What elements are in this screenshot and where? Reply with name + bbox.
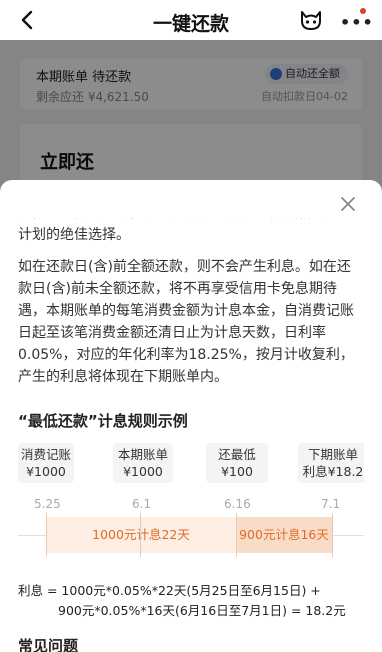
interest-rule-paragraph: 如在还款日(含)前全额还款，则不会产生利息。如在还款日(含)前未全额还款，将不再… [18, 259, 354, 385]
timeline-date: 5.25 [34, 497, 61, 511]
timeline-col-spend: 消费记账 ¥1000 [18, 443, 74, 483]
more-dots-icon: ••• [340, 13, 374, 32]
sheet-content[interactable]: 用，剩余资金腾挪，是您灵活处理账务、灵活管理还款计划的绝佳选择。 如在还款日(含… [18, 218, 364, 652]
close-icon [341, 197, 355, 211]
timeline-col-label: 下期账单 [307, 447, 358, 462]
nav-bar: 一键还款 ••• [0, 0, 382, 40]
interest-timeline: 消费记账 ¥1000 本期账单 ¥1000 还最低 ¥100 下期账单 利息¥1… [18, 443, 364, 569]
faq-title: 常见问题 [18, 637, 79, 652]
timeline-col-value: 利息¥18.2 [302, 464, 364, 479]
timeline-segment-second: 900元计息16天 [236, 517, 332, 553]
timeline-tick [332, 513, 333, 557]
intro-paragraph: 用，剩余资金腾挪，是您灵活处理账务、灵活管理还款计划的绝佳选择。 [18, 218, 354, 243]
interest-info-sheet: 用，剩余资金腾挪，是您灵活处理账务、灵活管理还款计划的绝佳选择。 如在还款日(含… [0, 180, 382, 652]
formula-line-1: 利息 = 1000元*0.05%*22天(5月25日至6月15日) + [18, 583, 321, 598]
timeline-col-value: ¥1000 [26, 464, 66, 479]
cat-mascot-icon [301, 11, 321, 30]
timeline-date: 7.1 [321, 497, 341, 511]
more-button[interactable]: ••• [336, 8, 373, 32]
timeline-col-value: ¥100 [221, 464, 253, 479]
timeline-col-next-bill: 下期账单 利息¥18.2 [298, 443, 364, 483]
timeline-col-min-pay: 还最低 ¥100 [206, 443, 268, 483]
notification-dot [360, 8, 366, 14]
page-title: 一键还款 [152, 13, 229, 35]
app-root: 一键还款 ••• 本期账单 待还款 剩余应还 ¥4,621.50 自动还全额 自… [0, 0, 382, 652]
formula-line-2: 900元*0.05%*16天(6月16日至7月1日) = 18.2元 [58, 603, 346, 618]
timeline-col-label: 本期账单 [117, 447, 168, 462]
timeline-tick [46, 513, 47, 557]
mascot-button[interactable] [298, 8, 324, 32]
timeline-col-statement: 本期账单 ¥1000 [113, 443, 173, 483]
interest-formula: 利息 = 1000元*0.05%*22天(5月25日至6月15日) + 900元… [18, 581, 364, 621]
timeline-tick [140, 513, 141, 557]
timeline-col-label: 消费记账 [20, 447, 71, 462]
timeline-col-value: ¥1000 [123, 464, 163, 479]
timeline-tick [236, 513, 237, 557]
timeline-segment-first: 1000元计息22天 [46, 517, 236, 553]
timeline-col-label: 还最低 [218, 447, 256, 462]
example-title: “最低还款”计息规则示例 [18, 412, 188, 430]
close-button[interactable] [338, 194, 358, 214]
timeline-date: 6.16 [224, 497, 251, 511]
timeline-date: 6.1 [132, 497, 152, 511]
